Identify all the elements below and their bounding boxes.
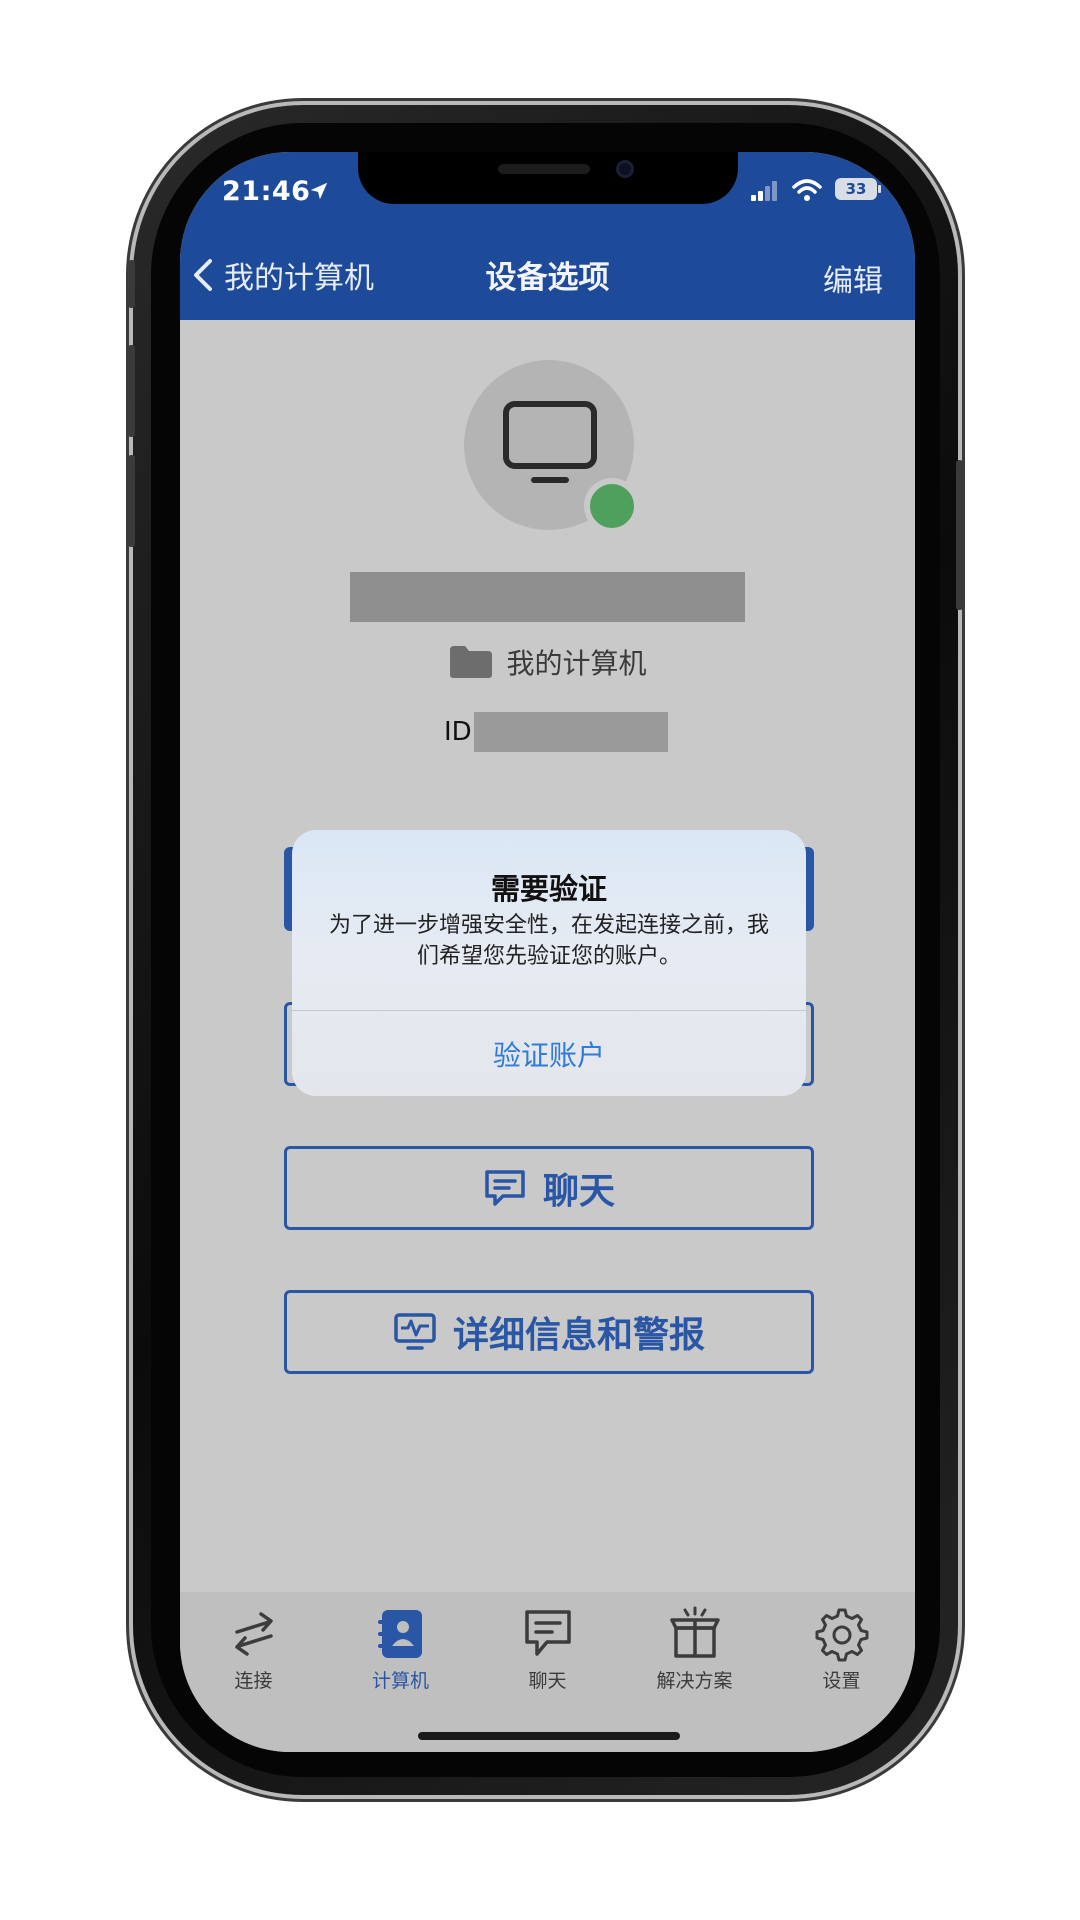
app-header: 21:46 33 我的计算机 设备选项 编辑 [180, 152, 915, 320]
folder-icon [450, 646, 493, 678]
edit-button[interactable]: 编辑 [823, 256, 883, 300]
wifi-icon [792, 179, 822, 201]
device-group: 我的计算机 [180, 642, 915, 682]
tab-settings-label: 设置 [822, 1670, 861, 1692]
monitor-icon [503, 401, 597, 483]
tab-computers[interactable]: 计算机 [327, 1606, 474, 1693]
monitor-pulse-icon [394, 1313, 436, 1350]
details-alerts-button[interactable]: 详细信息和警报 [284, 1290, 814, 1374]
tab-computers-label: 计算机 [371, 1670, 429, 1692]
chat-button-label: 聊天 [542, 1171, 615, 1212]
signal-icon [751, 181, 777, 201]
transfer-arrows-icon [234, 1612, 273, 1656]
gift-box-icon [669, 1606, 720, 1658]
tab-connect-label: 连接 [234, 1670, 273, 1692]
side-button-mute [128, 260, 135, 308]
tab-settings[interactable]: 设置 [768, 1606, 915, 1693]
location-arrow-icon [310, 182, 328, 200]
device-avatar [464, 360, 640, 534]
tab-chat[interactable]: 聊天 [474, 1606, 621, 1693]
battery-icon: 33 [835, 178, 881, 200]
side-button-volume-up [128, 345, 135, 437]
tab-solutions-label: 解决方案 [656, 1670, 733, 1692]
status-time: 21:46 [222, 176, 311, 207]
phone-screen: 21:46 33 我的计算机 设备选项 编辑 我的计算机 ID 聊天 详细信息和… [180, 152, 915, 1752]
side-button-power [956, 460, 963, 610]
tab-chat-label: 聊天 [528, 1670, 567, 1692]
dialog-message: 为了进一步增强安全性，在发起连接之前，我们希望您先验证您的账户。 [328, 913, 769, 969]
tab-bar: 连接 计算机 聊天 解决方案 设置 [180, 1592, 915, 1752]
contacts-book-icon [377, 1610, 422, 1658]
tab-solutions[interactable]: 解决方案 [621, 1606, 768, 1693]
home-indicator[interactable] [418, 1732, 680, 1740]
gear-icon [815, 1608, 868, 1662]
device-id-label: ID [444, 717, 472, 747]
chat-bubble-icon [485, 1170, 525, 1206]
chat-bubble-icon [524, 1610, 571, 1656]
device-id-row: ID [444, 712, 668, 752]
tab-connect[interactable]: 连接 [180, 1606, 327, 1693]
redacted-device-id [473, 712, 668, 752]
verification-dialog: 需要验证 为了进一步增强安全性，在发起连接之前，我们希望您先验证您的账户。 验证… [292, 830, 806, 1096]
chat-button[interactable]: 聊天 [284, 1146, 814, 1230]
dialog-title: 需要验证 [490, 872, 607, 906]
notch [358, 152, 738, 204]
device-group-label: 我的计算机 [506, 647, 647, 680]
redacted-device-name [350, 572, 745, 622]
verify-account-button[interactable]: 验证账户 [292, 1011, 806, 1096]
side-button-volume-down [128, 455, 135, 547]
online-status-dot [584, 478, 640, 534]
speaker-grille [498, 164, 590, 174]
page-title: 设备选项 [485, 260, 610, 296]
front-camera [616, 160, 634, 178]
details-alerts-label: 详细信息和警报 [452, 1315, 705, 1356]
